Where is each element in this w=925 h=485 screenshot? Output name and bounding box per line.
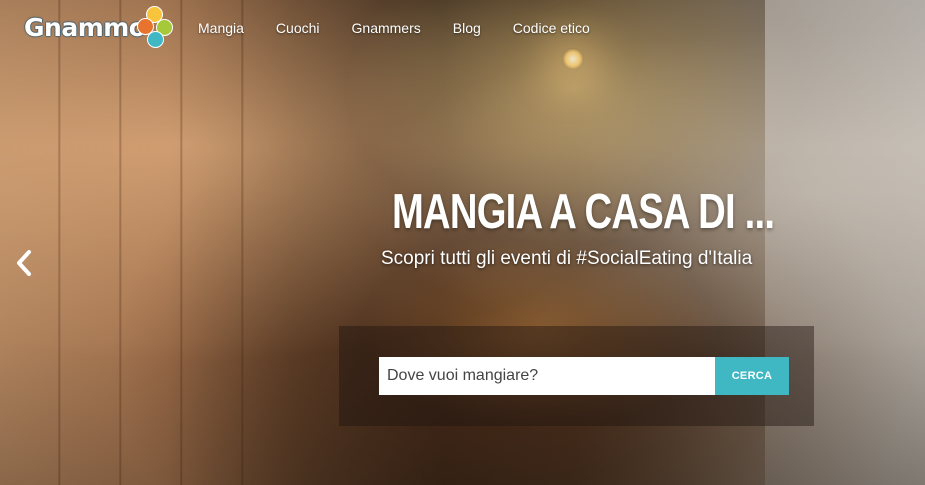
logo-dot-orange <box>137 18 154 35</box>
site-header: Gnammo Mangia Cuochi Gnammers Blog Codic… <box>0 0 925 60</box>
chevron-left-icon <box>17 250 31 276</box>
hero-subheadline: Scopri tutti gli eventi di #SocialEating… <box>381 248 753 269</box>
gnammo-logo[interactable]: Gnammo <box>24 6 174 50</box>
logo-text: Gnammo <box>24 13 146 42</box>
nav-item-gnammers[interactable]: Gnammers <box>352 20 421 36</box>
location-search-input[interactable] <box>379 357 715 395</box>
main-nav: Mangia Cuochi Gnammers Blog Codice etico <box>198 20 622 36</box>
search-form: CERCA <box>379 357 789 395</box>
hero-headline: MANGIA A CASA DI ... <box>392 185 775 239</box>
nav-item-blog[interactable]: Blog <box>453 20 481 36</box>
nav-item-codice-etico[interactable]: Codice etico <box>513 20 590 36</box>
logo-dots-icon <box>134 6 174 50</box>
search-button[interactable]: CERCA <box>715 357 789 395</box>
nav-item-mangia[interactable]: Mangia <box>198 20 244 36</box>
nav-item-cuochi[interactable]: Cuochi <box>276 20 320 36</box>
carousel-prev-button[interactable] <box>14 248 36 278</box>
hero-banner: Gnammo Mangia Cuochi Gnammers Blog Codic… <box>0 0 925 485</box>
